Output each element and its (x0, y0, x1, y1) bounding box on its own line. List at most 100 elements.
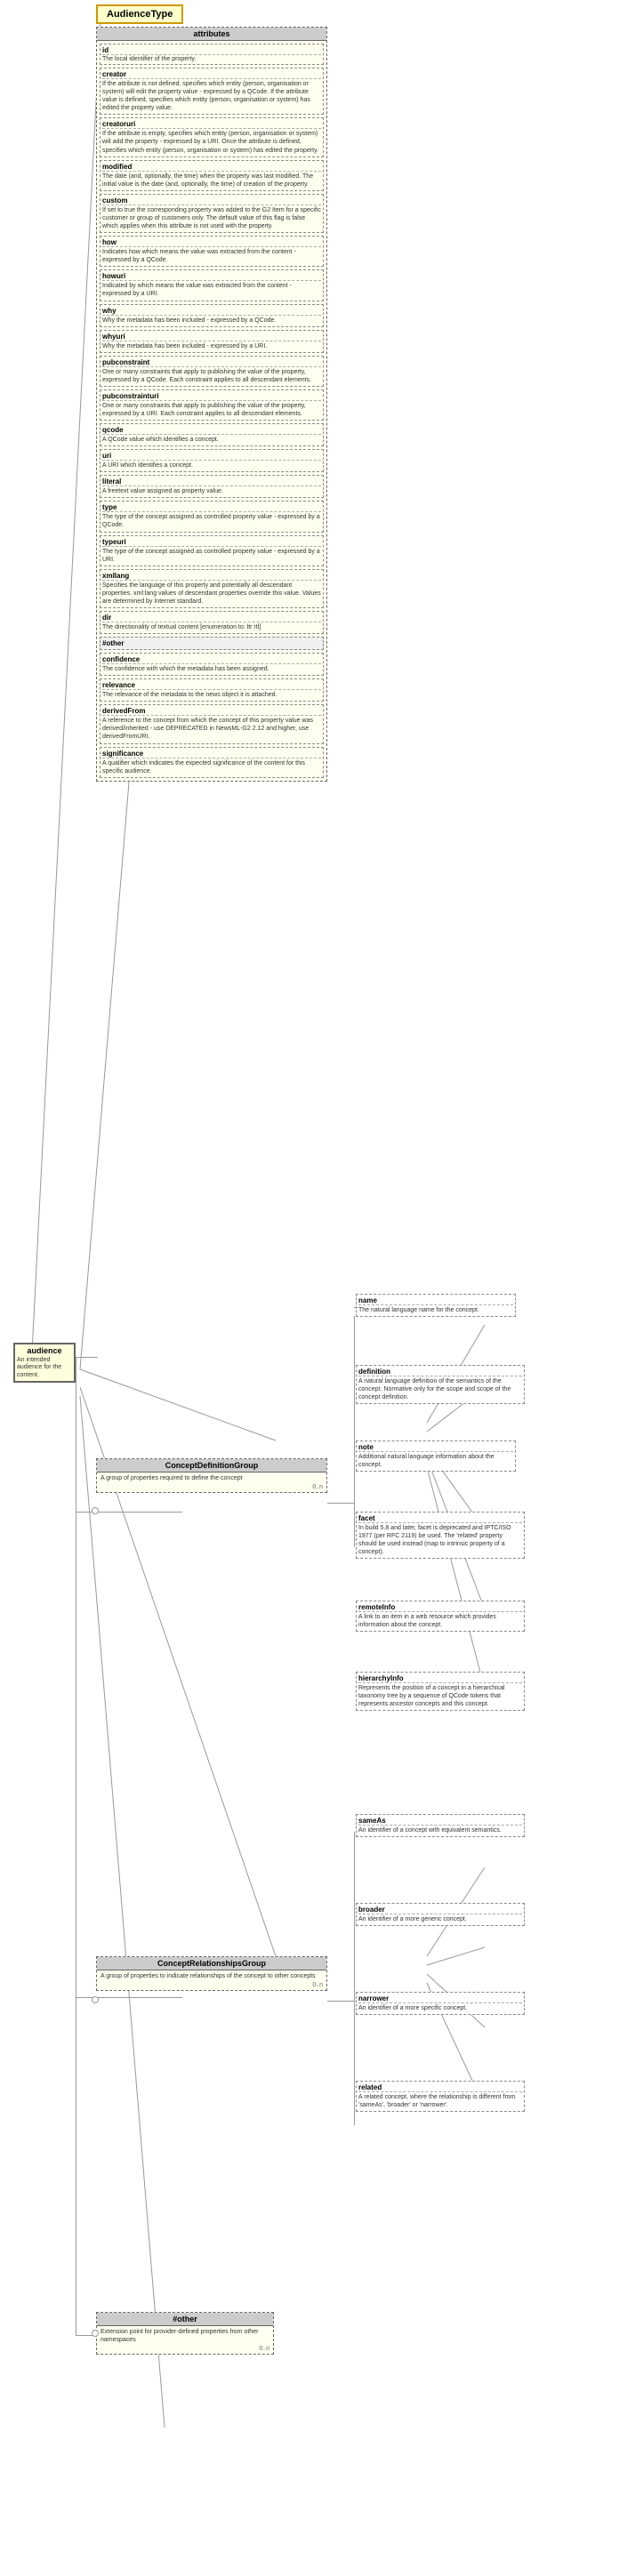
crg-multiplicity: 0..n (97, 1982, 326, 1990)
attr-whyuri-desc: Why the metadata has been included - exp… (102, 342, 321, 350)
attr-typeuri: typeuri The type of the concept assigned… (100, 535, 324, 566)
remoteinfo-box: remoteInfo A link to an item in a web re… (356, 1601, 525, 1632)
sameas-desc: An identifier of a concept with equivale… (358, 1826, 522, 1834)
remoteinfo-desc: A link to an item in a web resource whic… (358, 1613, 522, 1629)
footer-other-box: #other Extension point for provider-defi… (96, 2312, 274, 2355)
attr-pubconstraint-desc: One or many constraints that apply to pu… (102, 368, 321, 384)
attr-dir-desc: The directionality of textual content [e… (102, 623, 321, 631)
name-desc: The natural language name for the concep… (358, 1306, 513, 1314)
name-label: name (358, 1296, 513, 1305)
attr-derivedfrom-desc: A reference to the concept from which th… (102, 717, 321, 741)
connector-cdg-right (327, 1503, 354, 1504)
attr-qcode: qcode A QCode value which identifies a c… (100, 423, 324, 446)
attr-pubconstrainturi-desc: One or many constraints that apply to pu… (102, 402, 321, 418)
main-title: AudienceType (96, 4, 183, 24)
broader-desc: An identifier of a more generic concept. (358, 1915, 522, 1923)
attr-xmllang: xmllang Specifies the language of this p… (100, 569, 324, 608)
dot-crg (92, 1996, 99, 2003)
cdg-multiplicity: 0..n (97, 1484, 326, 1492)
related-box: related A related concept, where the rel… (356, 2081, 525, 2112)
connector-crg-right-v (354, 1832, 355, 2125)
attr-typeuri-desc: The type of the concept assigned as cont… (102, 548, 321, 564)
attr-literal-name: literal (102, 477, 321, 486)
broader-box: broader An identifier of a more generic … (356, 1903, 525, 1926)
facet-desc: In build 5.8 and later, facet is depreca… (358, 1524, 522, 1556)
cdg-title: ConceptDefinitionGroup (97, 1459, 326, 1473)
attr-significance-desc: A qualifier which indicates the expected… (102, 759, 321, 775)
attr-type-name: type (102, 503, 321, 512)
attr-id-desc: The local identifier of the property. (102, 56, 321, 62)
audience-desc: An intended audience for the content. (17, 1357, 72, 1379)
attr-modified-name: modified (102, 163, 321, 172)
attr-pubconstrainturi: pubconstrainturi One or many constraints… (100, 389, 324, 421)
definition-box: definition A natural language definition… (356, 1365, 525, 1404)
attr-qcode-desc: A QCode value which identifies a concept… (102, 436, 321, 444)
related-label: related (358, 2083, 522, 2092)
dot-cdg (92, 1507, 99, 1514)
attr-type-desc: The type of the concept assigned as cont… (102, 513, 321, 529)
attr-confidence-name: confidence (102, 655, 321, 664)
concept-definition-group: ConceptDefinitionGroup A group of proper… (96, 1458, 327, 1493)
attr-typeuri-name: typeuri (102, 538, 321, 547)
attr-how: how Indicates how which means the value … (100, 236, 324, 267)
attr-modified-desc: The date (and, optionally, the time) whe… (102, 173, 321, 189)
sameas-box: sameAs An identifier of a concept with e… (356, 1814, 525, 1837)
note-label: note (358, 1443, 513, 1452)
audience-label: audience (17, 1346, 72, 1355)
connector-cdg-right-v (354, 1316, 355, 1547)
attr-how-desc: Indicates how which means the value was … (102, 248, 321, 264)
attr-creatoruri-desc: If the attribute is empty, specifies whi… (102, 130, 321, 154)
attr-pubconstraint: pubconstraint One or many constraints th… (100, 356, 324, 387)
audience-box: audience An intended audience for the co… (13, 1343, 76, 1383)
name-box: name The natural language name for the c… (356, 1294, 516, 1317)
facet-box: facet In build 5.8 and later, facet is d… (356, 1512, 525, 1559)
narrower-desc: An identifier of a more specific concept… (358, 2004, 522, 2012)
attr-confidence: confidence The confidence with which the… (100, 653, 324, 676)
attr-relevance-desc: The relevance of the metadata to the new… (102, 691, 321, 699)
attr-relevance-name: relevance (102, 681, 321, 690)
attr-modified: modified The date (and, optionally, the … (100, 160, 324, 191)
attr-creator-name: creator (102, 70, 321, 79)
crg-title: ConceptRelationshipsGroup (97, 1957, 326, 1970)
connector-audience-attr (76, 1357, 98, 1358)
attr-id-name: id (102, 46, 321, 55)
note-box: note Additional natural language informa… (356, 1440, 516, 1472)
footer-multiplicity: 0..n (97, 2346, 273, 2354)
attr-significance: significance A qualifier which indicates… (100, 747, 324, 778)
broader-label: broader (358, 1906, 522, 1914)
attr-qcode-name: qcode (102, 426, 321, 435)
attributes-section: attributes id The local identifier of th… (96, 27, 327, 782)
attr-howuri-name: howuri (102, 272, 321, 281)
diagram-container: AudienceType attributes id The local ide… (0, 0, 627, 2576)
related-desc: A related concept, where the relationshi… (358, 2093, 522, 2109)
attr-literal: literal A freetext value assigned as pro… (100, 475, 324, 498)
attr-custom-desc: If set to true the corresponding propert… (102, 206, 321, 230)
attr-how-name: how (102, 238, 321, 247)
concept-relationships-group: ConceptRelationshipsGroup A group of pro… (96, 1956, 327, 1991)
connector-crg-right (327, 2001, 354, 2002)
dot-footer (92, 2330, 99, 2337)
sameas-label: sameAs (358, 1817, 522, 1826)
attr-whyuri: whyuri Why the metadata has been include… (100, 330, 324, 353)
attr-creator: creator If the attribute is not defined,… (100, 68, 324, 115)
cdg-desc: A group of properties required to define… (97, 1473, 326, 1484)
footer-desc: Extension point for provider-defined pro… (97, 2326, 273, 2346)
attr-type: type The type of the concept assigned as… (100, 501, 324, 532)
attr-pubconstrainturi-name: pubconstrainturi (102, 392, 321, 401)
attr-derivedfrom: derivedFrom A reference to the concept f… (100, 704, 324, 743)
crg-desc: A group of properties to indicate relati… (97, 1970, 326, 1982)
attr-why-name: why (102, 307, 321, 316)
attr-creator-desc: If the attribute is not defined, specifi… (102, 80, 321, 112)
attr-dir-name: dir (102, 614, 321, 622)
note-desc: Additional natural language information … (358, 1453, 513, 1469)
attributes-header: attributes (97, 28, 326, 41)
remoteinfo-label: remoteInfo (358, 1603, 522, 1612)
attr-other: #other (100, 637, 324, 650)
attr-custom: custom If set to true the corresponding … (100, 194, 324, 233)
attr-creatoruri-name: creatoruri (102, 120, 321, 129)
attr-literal-desc: A freetext value assigned as property va… (102, 487, 321, 495)
attr-uri-name: uri (102, 452, 321, 461)
narrower-label: narrower (358, 1994, 522, 2003)
attr-why-desc: Why the metadata has been included - exp… (102, 317, 321, 325)
hierarchyinfo-desc: Represents the position of a concept in … (358, 1684, 522, 1708)
